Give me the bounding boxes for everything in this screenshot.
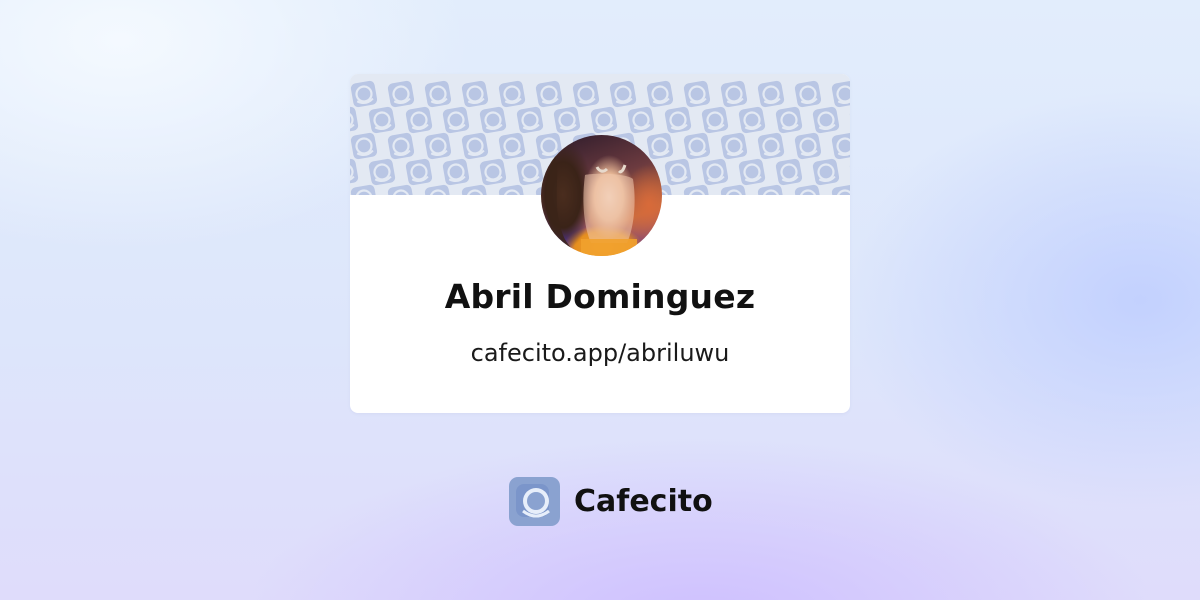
coffee-cup-icon bbox=[829, 130, 850, 162]
coffee-cup-icon bbox=[755, 78, 787, 110]
coffee-cup-icon bbox=[570, 78, 602, 110]
coffee-cup-icon bbox=[403, 156, 435, 188]
coffee-cup-icon bbox=[385, 130, 417, 162]
coffee-cup-icon bbox=[792, 182, 824, 195]
coffee-cup-icon bbox=[459, 78, 491, 110]
coffee-cup-icon bbox=[681, 182, 713, 195]
coffee-cup-icon bbox=[422, 78, 454, 110]
coffee-cup-icon bbox=[533, 78, 565, 110]
coffee-cup-icon bbox=[699, 104, 731, 136]
coffee-cup-icon bbox=[496, 130, 528, 162]
coffee-cup-icon bbox=[773, 104, 805, 136]
coffee-cup-icon bbox=[514, 104, 546, 136]
coffee-cup-icon bbox=[350, 104, 361, 136]
profile-name: Abril Dominguez bbox=[444, 277, 756, 316]
coffee-cup-icon bbox=[440, 104, 472, 136]
coffee-cup-icon bbox=[718, 78, 750, 110]
coffee-cup-icon bbox=[773, 156, 805, 188]
coffee-cup-icon bbox=[366, 156, 398, 188]
coffee-cup-icon bbox=[718, 182, 750, 195]
coffee-cup-icon bbox=[385, 182, 417, 195]
coffee-cup-icon bbox=[496, 182, 528, 195]
coffee-cup-icon bbox=[810, 156, 842, 188]
coffee-cup-icon bbox=[810, 104, 842, 136]
coffee-cup-icon bbox=[699, 156, 731, 188]
coffee-cup-icon bbox=[440, 156, 472, 188]
coffee-cup-icon bbox=[662, 104, 694, 136]
coffee-cup-icon bbox=[644, 78, 676, 110]
coffee-cup-icon bbox=[736, 104, 768, 136]
coffee-cup-icon bbox=[755, 182, 787, 195]
cafecito-cup-logo-icon bbox=[509, 477, 560, 526]
cafecito-brand[interactable]: Cafecito bbox=[509, 477, 713, 526]
profile-avatar bbox=[541, 135, 662, 256]
coffee-cup-icon bbox=[459, 182, 491, 195]
coffee-cup-icon bbox=[422, 182, 454, 195]
coffee-cup-icon bbox=[350, 78, 380, 110]
coffee-cup-icon bbox=[350, 130, 380, 162]
profile-url[interactable]: cafecito.app/abriluwu bbox=[0, 339, 1200, 367]
coffee-cup-icon bbox=[662, 156, 694, 188]
coffee-cup-icon bbox=[588, 104, 620, 136]
coffee-cup-icon bbox=[625, 104, 657, 136]
coffee-cup-icon bbox=[385, 78, 417, 110]
coffee-cup-icon bbox=[755, 130, 787, 162]
coffee-cup-icon bbox=[681, 130, 713, 162]
coffee-cup-icon bbox=[366, 104, 398, 136]
coffee-cup-icon bbox=[350, 156, 361, 188]
coffee-cup-icon bbox=[792, 78, 824, 110]
coffee-cup-icon bbox=[607, 78, 639, 110]
coffee-cup-icon bbox=[514, 156, 546, 188]
coffee-cup-icon bbox=[403, 104, 435, 136]
coffee-cup-icon bbox=[847, 104, 850, 136]
coffee-cup-icon bbox=[829, 78, 850, 110]
brand-name: Cafecito bbox=[574, 484, 713, 519]
coffee-cup-icon bbox=[496, 78, 528, 110]
coffee-cup-icon bbox=[829, 182, 850, 195]
coffee-cup-icon bbox=[681, 78, 713, 110]
coffee-cup-icon bbox=[718, 130, 750, 162]
coffee-cup-icon bbox=[736, 156, 768, 188]
coffee-cup-icon bbox=[422, 130, 454, 162]
coffee-cup-icon bbox=[792, 130, 824, 162]
coffee-cup-icon bbox=[477, 156, 509, 188]
coffee-cup-icon bbox=[459, 130, 491, 162]
coffee-cup-icon bbox=[551, 104, 583, 136]
coffee-cup-icon bbox=[477, 104, 509, 136]
coffee-cup-icon bbox=[847, 156, 850, 188]
coffee-cup-icon bbox=[350, 182, 380, 195]
